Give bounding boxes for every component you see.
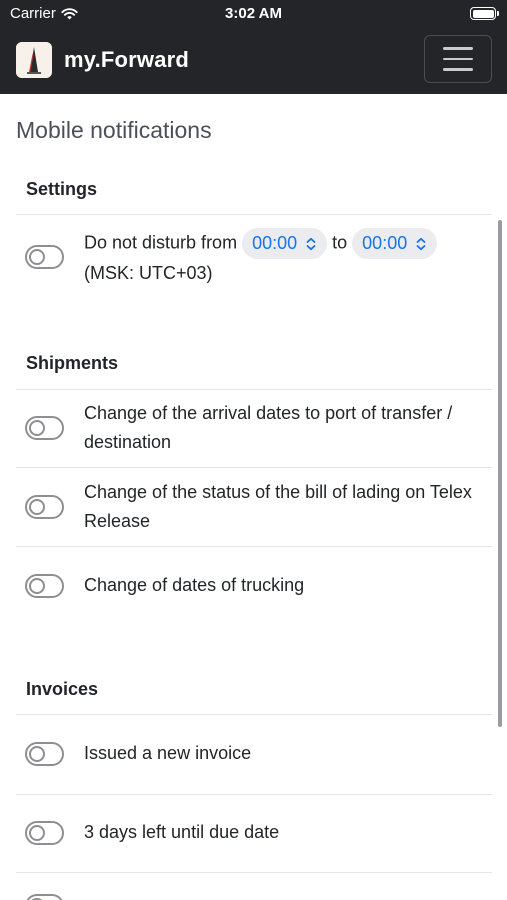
to-time-picker[interactable]: 00:00 (352, 228, 438, 259)
divider (16, 389, 492, 390)
divider (16, 872, 492, 873)
status-bar: Carrier 3:02 AM (0, 0, 507, 28)
hamburger-menu-button[interactable] (424, 35, 492, 83)
navbar: my.Forward (0, 28, 507, 94)
menu-line-icon (443, 57, 473, 61)
divider (16, 467, 492, 468)
telex-release-toggle[interactable] (25, 495, 64, 519)
new-invoice-toggle[interactable] (25, 742, 64, 766)
divider (16, 794, 492, 795)
divider (16, 546, 492, 547)
brand-name[interactable]: my.Forward (64, 47, 189, 73)
menu-line-icon (443, 68, 473, 71)
scrollbar[interactable] (498, 220, 502, 727)
menu-line-icon (443, 47, 473, 50)
section-title-settings: Settings (26, 179, 98, 199)
arrival-dates-label: Change of the arrival dates to port of t… (84, 403, 453, 452)
up-down-chevron-icon (306, 237, 316, 250)
divider (16, 214, 492, 215)
new-invoice-label: Issued a new invoice (84, 743, 252, 763)
telex-release-label: Change of the status of the bill of ladi… (84, 482, 472, 531)
section-title-shipments: Shipments (26, 353, 119, 373)
divider (16, 714, 492, 715)
do-not-disturb-row: Do not disturb from 00:00 to 00:00 (MSK:… (84, 228, 479, 288)
section-title-invoices: Invoices (26, 679, 99, 699)
app-logo[interactable] (16, 42, 52, 78)
timezone-label: (MSK: UTC+03) (84, 263, 213, 283)
to-label: to (332, 232, 348, 253)
from-time-picker[interactable]: 00:00 (242, 228, 328, 259)
page-title: Mobile notifications (16, 117, 212, 143)
app-header: Carrier 3:02 AM my.Forward (0, 0, 507, 94)
battery-icon (470, 7, 499, 20)
arrival-dates-toggle[interactable] (25, 416, 64, 440)
up-down-chevron-icon (416, 237, 426, 250)
from-time-value: 00:00 (252, 233, 298, 253)
do-not-disturb-toggle[interactable] (25, 245, 64, 269)
trucking-dates-toggle[interactable] (25, 574, 64, 598)
next-item-toggle[interactable] (25, 894, 64, 900)
to-time-value: 00:00 (362, 233, 408, 253)
dnd-prefix-label: Do not disturb from (84, 232, 238, 253)
due-date-label: 3 days left until due date (84, 822, 280, 842)
due-date-toggle[interactable] (25, 821, 64, 845)
status-time: 3:02 AM (225, 5, 282, 22)
trucking-dates-label: Change of dates of trucking (84, 575, 305, 595)
